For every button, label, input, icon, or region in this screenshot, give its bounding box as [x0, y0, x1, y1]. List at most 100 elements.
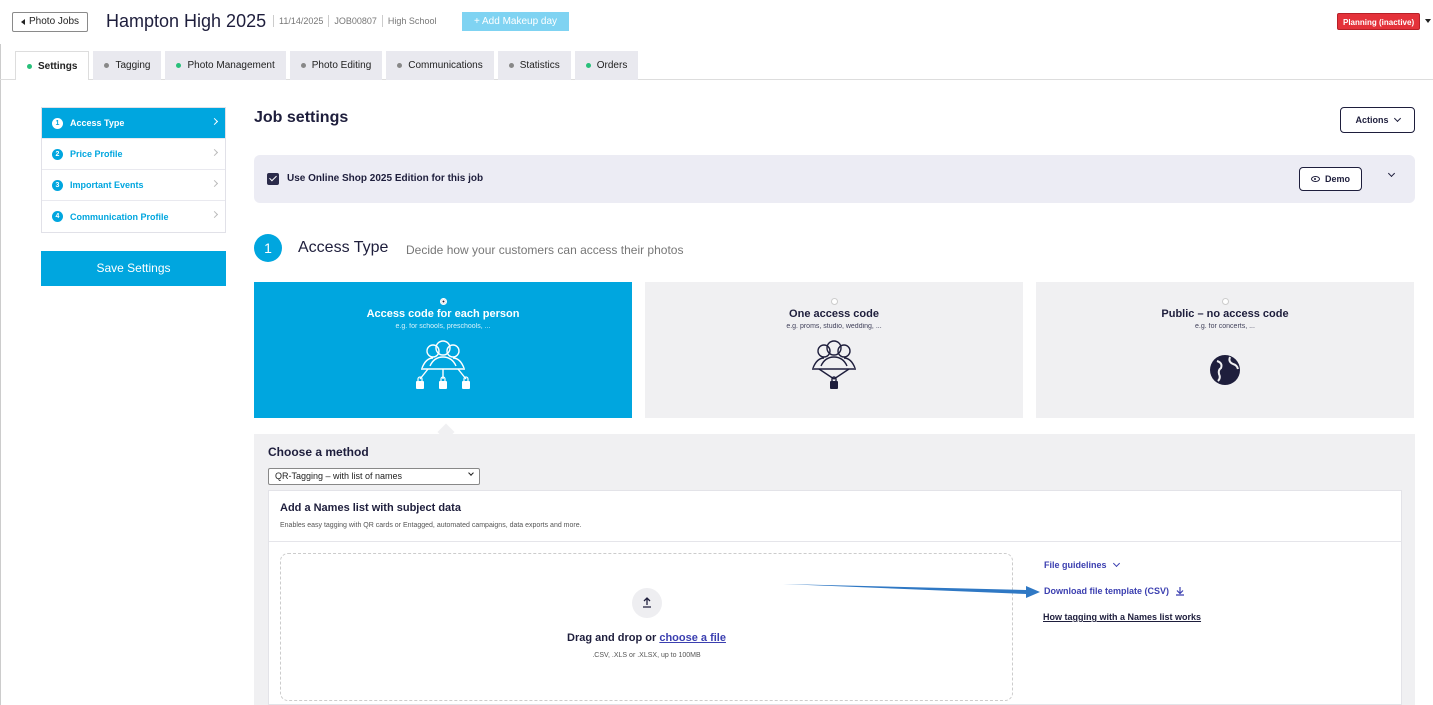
tab-photo-editing[interactable]: Photo Editing [289, 51, 383, 80]
tab-bar: Settings Tagging Photo Management Photo … [15, 51, 639, 80]
online-shop-label[interactable]: Use Online Shop 2025 Edition for this jo… [287, 173, 483, 184]
file-format-hint: .CSV, .XLS or .XLSX, up to 100MB [592, 652, 701, 659]
names-list-card: Add a Names list with subject data Enabl… [268, 490, 1402, 705]
job-code: JOB00807 [334, 16, 377, 26]
chevron-right-icon [210, 210, 219, 219]
method-title: Choose a method [268, 445, 369, 459]
status-badge[interactable]: Planning (inactive) [1337, 13, 1421, 30]
status-dot-icon [104, 63, 110, 68]
job-date: 11/14/2025 [279, 16, 324, 26]
chevron-down-icon [1393, 114, 1401, 123]
settings-steps-nav: 1 Access Type 2 Price Profile 3 Importan… [41, 107, 226, 233]
method-select[interactable]: QR-Tagging – with list of names [268, 468, 480, 485]
step-label: Access Type [70, 118, 125, 128]
step-access-type[interactable]: 1 Access Type [42, 108, 225, 139]
method-panel: Choose a method QR-Tagging – with list o… [254, 434, 1415, 705]
status-caret-icon[interactable] [1425, 19, 1431, 23]
step-label: Important Events [70, 180, 144, 190]
status-dot-icon [585, 63, 591, 68]
option-subtitle: e.g. for concerts, ... [1195, 323, 1255, 330]
chevron-right-icon [210, 148, 219, 157]
method-selected-value: QR-Tagging – with list of names [275, 471, 403, 481]
window-left-edge [0, 0, 1, 705]
names-list-description: Enables easy tagging with QR cards or En… [280, 522, 582, 529]
step-number: 1 [52, 117, 63, 129]
names-list-title: Add a Names list with subject data [280, 502, 461, 514]
status-dot-icon [176, 63, 182, 68]
tab-statistics[interactable]: Statistics [497, 51, 571, 80]
step-number: 3 [52, 179, 63, 191]
tab-label: Orders [596, 60, 628, 71]
section-number-badge: 1 [254, 234, 282, 262]
tab-orders[interactable]: Orders [574, 51, 639, 80]
option-subtitle: e.g. proms, studio, wedding, ... [786, 323, 882, 330]
tab-label: Statistics [519, 60, 560, 71]
access-option-one-code[interactable]: One access code e.g. proms, studio, wedd… [645, 282, 1023, 418]
access-option-public[interactable]: Public – no access code e.g. for concert… [1036, 282, 1414, 418]
back-to-photo-jobs-button[interactable]: Photo Jobs [12, 12, 89, 32]
status-dot-icon [397, 63, 403, 68]
save-settings-button[interactable]: Save Settings [41, 251, 226, 286]
step-communication-profile[interactable]: 4 Communication Profile [42, 201, 225, 232]
file-guidelines-toggle[interactable]: File guidelines [1044, 559, 1120, 570]
job-meta: 11/14/2025 JOB00807 High School [268, 15, 436, 27]
tab-label: Communications [408, 60, 483, 71]
meta-separator [381, 15, 383, 27]
group-with-lock-icon [812, 340, 856, 389]
globe-icon [1210, 355, 1240, 385]
online-shop-bar: Use Online Shop 2025 Edition for this jo… [254, 155, 1415, 203]
expand-chevron-down-icon[interactable] [1387, 169, 1396, 178]
chevron-right-icon [210, 179, 219, 188]
radio-selected-icon[interactable] [439, 298, 447, 305]
group-with-locks-icon [416, 340, 470, 389]
chevron-down-icon [468, 470, 474, 476]
drop-text: Drag and drop or choose a file [281, 632, 1012, 644]
file-guidelines-label: File guidelines [1044, 560, 1107, 570]
tab-photo-management[interactable]: Photo Management [165, 51, 286, 80]
option-subtitle: e.g. for schools, preschools, ... [395, 323, 491, 330]
step-important-events[interactable]: 3 Important Events [42, 170, 225, 201]
file-dropzone[interactable]: Drag and drop or choose a file .CSV, .XL… [280, 553, 1013, 701]
access-option-code-per-person[interactable]: Access code for each person e.g. for sch… [254, 282, 632, 418]
checkbox-checked-icon[interactable] [267, 173, 279, 185]
chevron-down-icon [1112, 559, 1120, 568]
status-dot-icon [300, 63, 306, 68]
demo-button[interactable]: Demo [1299, 167, 1362, 191]
status-dot-icon [508, 63, 514, 68]
download-template-label: Download file template (CSV) [1044, 586, 1170, 596]
step-price-profile[interactable]: 2 Price Profile [42, 139, 225, 170]
top-bar: Photo Jobs Hampton High 2025 11/14/2025 … [0, 0, 1433, 44]
step-label: Price Profile [70, 149, 123, 159]
back-label: Photo Jobs [29, 16, 80, 27]
step-number: 2 [52, 148, 63, 160]
tab-label: Settings [38, 60, 78, 72]
tab-label: Photo Management [187, 60, 275, 71]
chevron-right-icon [210, 117, 219, 126]
download-template-link[interactable]: Download file template (CSV) [1044, 586, 1185, 596]
tab-tagging[interactable]: Tagging [93, 51, 162, 80]
section-title: Access Type [298, 239, 389, 256]
step-number: 4 [52, 211, 63, 222]
choose-file-link[interactable]: choose a file [659, 632, 726, 644]
tab-communications[interactable]: Communications [386, 51, 494, 80]
tab-label: Tagging [115, 60, 151, 71]
option-title: Access code for each person [366, 308, 520, 320]
how-tagging-works-link[interactable]: How tagging with a Names list works [1043, 612, 1201, 622]
radio-unselected-icon[interactable] [1221, 298, 1229, 305]
divider [269, 541, 1401, 542]
eye-icon [1310, 176, 1320, 182]
section-subtitle: Decide how your customers can access the… [406, 243, 684, 257]
triangle-left-icon [21, 19, 25, 25]
drop-instruction: Drag and drop or [567, 632, 657, 644]
option-title: Public – no access code [1161, 308, 1289, 320]
meta-separator [273, 15, 274, 27]
option-title: One access code [789, 308, 879, 320]
radio-unselected-icon[interactable] [830, 298, 838, 305]
meta-separator [328, 15, 330, 27]
actions-button[interactable]: Actions [1340, 107, 1415, 133]
tab-settings[interactable]: Settings [15, 51, 90, 80]
add-makeup-day-button[interactable]: + Add Makeup day [462, 12, 569, 31]
actions-label: Actions [1355, 115, 1389, 125]
step-label: Communication Profile [70, 211, 169, 222]
upload-icon[interactable] [631, 588, 662, 618]
